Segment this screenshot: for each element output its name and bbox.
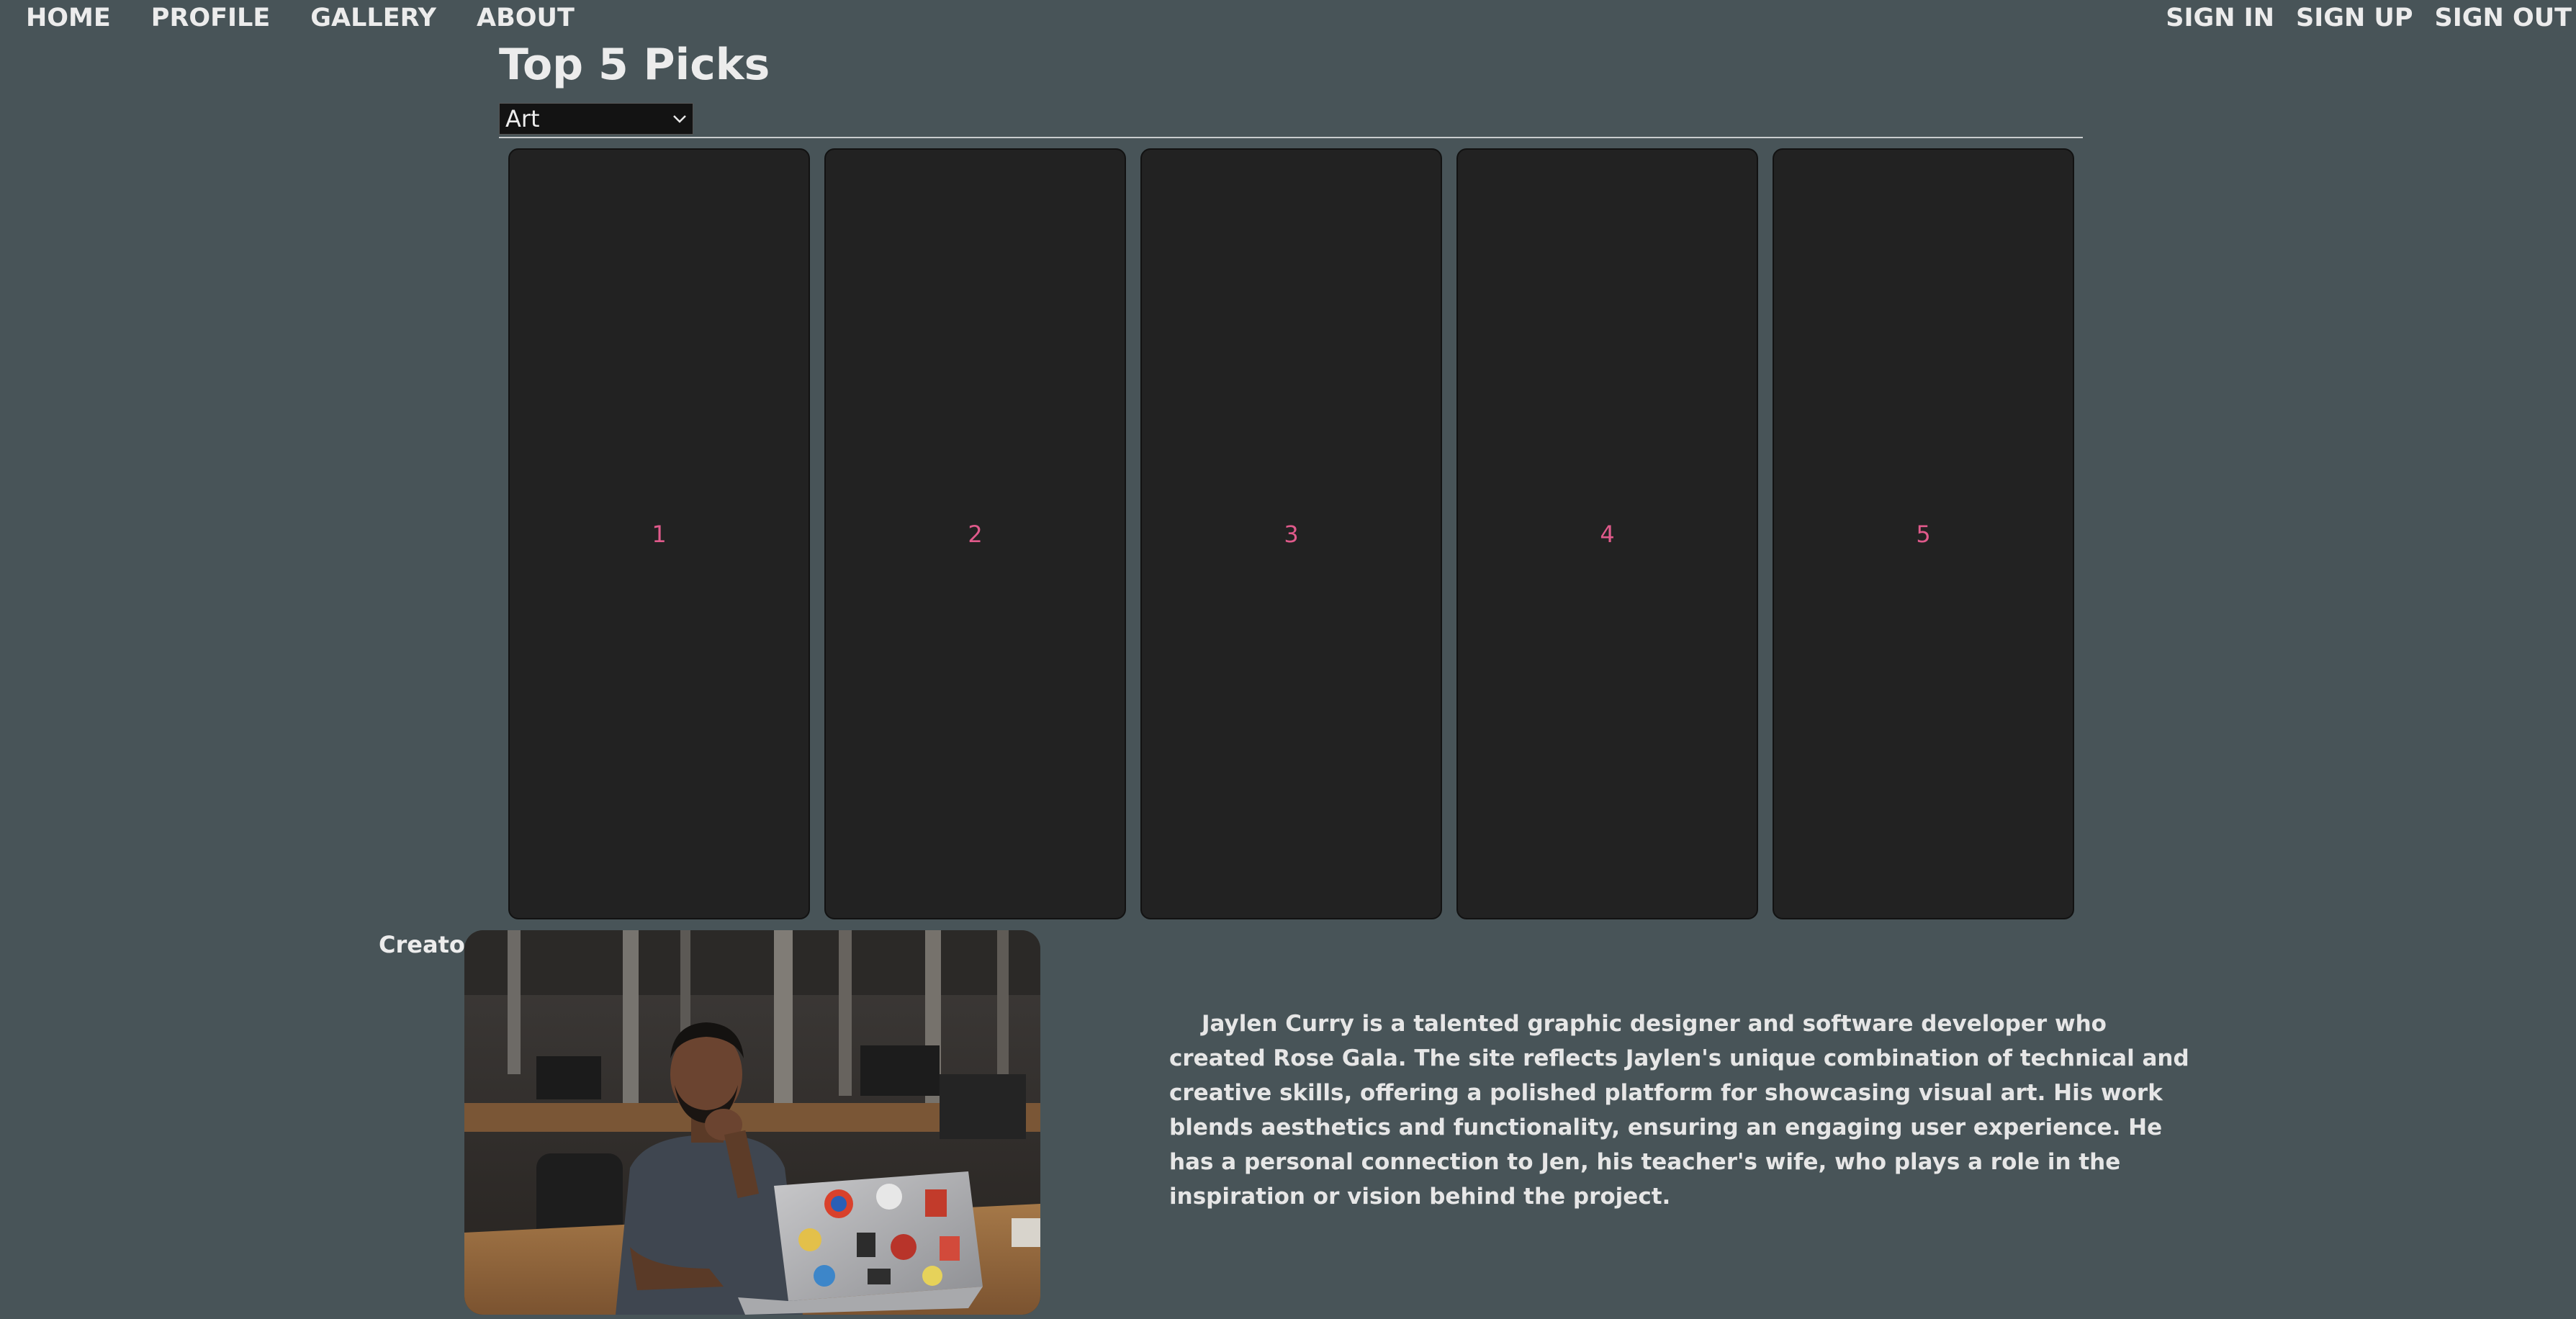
category-select-value: Art	[505, 105, 540, 132]
pick-number: 2	[968, 520, 983, 548]
title-divider	[499, 137, 2083, 138]
chevron-down-icon	[667, 104, 693, 133]
nav-profile-link[interactable]: PROFILE	[151, 5, 271, 31]
pick-card-1[interactable]: 1	[508, 148, 810, 919]
pick-card-5[interactable]: 5	[1773, 148, 2074, 919]
pick-number: 3	[1284, 520, 1299, 548]
pick-card-3[interactable]: 3	[1140, 148, 1442, 919]
creator-bio: Jaylen Curry is a talented graphic desig…	[1169, 1011, 2189, 1210]
nav-about-link[interactable]: ABOUT	[477, 5, 575, 31]
nav-right: SIGN IN SIGN UP SIGN OUT	[2144, 0, 2576, 36]
sign-up-link[interactable]: SIGN UP	[2296, 5, 2413, 31]
sign-out-link[interactable]: SIGN OUT	[2435, 5, 2572, 31]
pick-card-2[interactable]: 2	[824, 148, 1126, 919]
pick-number: 5	[1916, 520, 1931, 548]
nav-left: HOME PROFILE GALLERY ABOUT	[26, 0, 615, 36]
nav-home-link[interactable]: HOME	[26, 5, 111, 31]
category-select[interactable]: Art	[499, 103, 693, 135]
pick-card-4[interactable]: 4	[1456, 148, 1758, 919]
creator-photo	[464, 930, 1040, 1315]
page-title: Top 5 Picks	[499, 40, 770, 90]
creator-label: Creator	[379, 931, 477, 958]
pick-number: 1	[652, 520, 667, 548]
pick-number: 4	[1600, 520, 1615, 548]
nav-gallery-link[interactable]: GALLERY	[310, 5, 436, 31]
top-picks-row: 1 2 3 4 5	[508, 148, 2074, 919]
sign-in-link[interactable]: SIGN IN	[2166, 5, 2274, 31]
